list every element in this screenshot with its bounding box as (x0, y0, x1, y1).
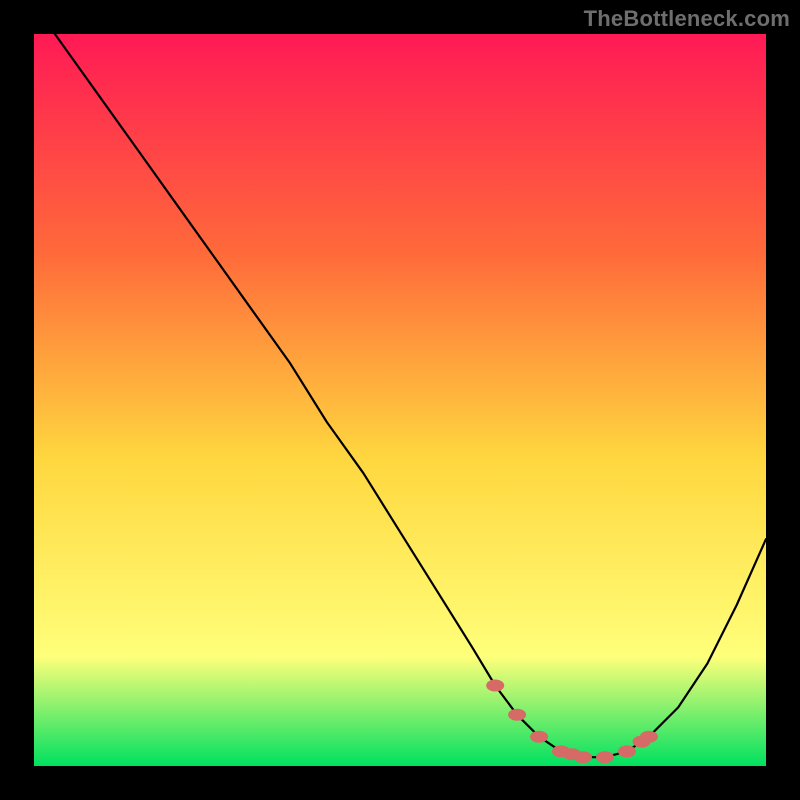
optimal-marker (508, 709, 526, 721)
optimal-marker (574, 751, 592, 763)
watermark-text: TheBottleneck.com (584, 6, 790, 32)
optimal-marker (640, 731, 658, 743)
optimal-marker (596, 751, 614, 763)
optimal-marker (618, 745, 636, 757)
gradient-background (34, 34, 766, 766)
chart-frame: TheBottleneck.com (0, 0, 800, 800)
optimal-marker (530, 731, 548, 743)
plot-area (34, 34, 766, 766)
chart-svg (34, 34, 766, 766)
optimal-marker (486, 680, 504, 692)
